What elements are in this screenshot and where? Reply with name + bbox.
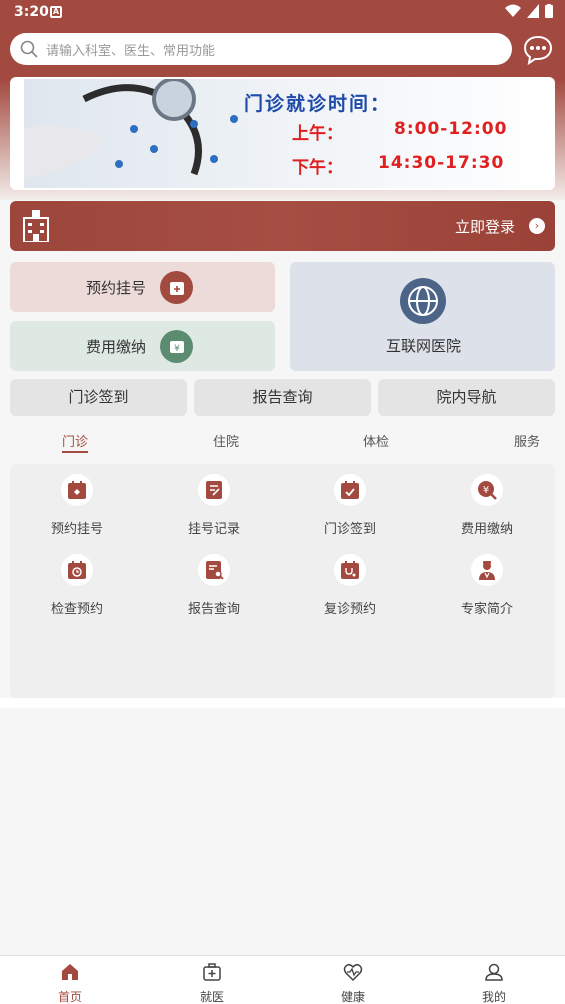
bottom-navigation: 首页 就医 健康 我的 xyxy=(0,955,565,1004)
payment-card-label: 费用缴纳 xyxy=(86,338,147,356)
internet-hospital-label: 互联网医院 xyxy=(386,337,462,355)
nav-profile[interactable]: 我的 xyxy=(464,962,524,1004)
calendar-stethoscope-icon xyxy=(341,561,359,579)
login-link[interactable]: 立即登录 xyxy=(455,216,515,237)
tab-inpatient[interactable]: 住院 xyxy=(213,431,239,450)
wifi-icon xyxy=(505,4,521,17)
grid-item-label: 预约挂号 xyxy=(50,522,103,537)
heart-pulse-icon xyxy=(343,963,363,982)
doctor-icon xyxy=(479,561,495,580)
calendar-icon xyxy=(68,481,86,499)
banner-morning-label: 上午： xyxy=(292,124,343,144)
search-placeholder: 请输入科室、医生、常用功能 xyxy=(46,43,216,59)
grid-item-report-query[interactable]: 报告查询 xyxy=(164,554,264,617)
active-tab-indicator xyxy=(62,451,88,453)
nav-health-label: 健康 xyxy=(340,990,365,1004)
signal-icon xyxy=(527,4,539,18)
navigation-button[interactable]: 院内导航 xyxy=(378,379,555,416)
calendar-plus-icon xyxy=(160,271,193,304)
hospital-building-icon xyxy=(23,210,49,242)
chevron-right-icon: › xyxy=(529,218,545,234)
tab-service[interactable]: 服务 xyxy=(514,431,540,450)
status-time: 3:20 xyxy=(14,4,49,20)
report-search-icon xyxy=(206,561,224,580)
nav-profile-label: 我的 xyxy=(481,990,506,1004)
globe-icon xyxy=(400,278,446,324)
tab-outpatient[interactable]: 门诊 xyxy=(62,431,88,450)
grid-item-experts[interactable]: 专家简介 xyxy=(437,554,537,617)
battery-icon xyxy=(545,4,553,18)
yen-search-icon: ¥ xyxy=(478,481,497,500)
svg-text:¥: ¥ xyxy=(174,344,180,354)
svg-text:¥: ¥ xyxy=(483,485,489,496)
notification-icon: A xyxy=(50,6,62,18)
tab-checkup[interactable]: 体检 xyxy=(363,431,389,450)
hours-banner[interactable]: 门诊就诊时间： 上午： 8:00-12:00 下午： 14:30-17:30 xyxy=(10,77,555,190)
stethoscope-icon xyxy=(24,79,238,179)
status-bar: 3:20 A xyxy=(0,0,565,26)
grid-item-follow-up[interactable]: 复诊预约 xyxy=(300,554,400,617)
banner-afternoon-label: 下午： xyxy=(292,158,343,178)
login-banner[interactable]: 立即登录 › xyxy=(10,201,555,251)
user-icon xyxy=(485,963,503,981)
nav-health[interactable]: 健康 xyxy=(323,962,383,1004)
calendar-check-icon xyxy=(341,481,359,499)
grid-item-label: 门诊签到 xyxy=(323,522,376,537)
grid-item-label: 专家简介 xyxy=(460,602,513,617)
grid-item-payment[interactable]: ¥ 费用缴纳 xyxy=(437,474,537,537)
grid-item-label: 复诊预约 xyxy=(323,602,376,617)
grid-item-label: 报告查询 xyxy=(187,602,240,617)
nav-medical-label: 就医 xyxy=(199,990,224,1004)
report-query-button[interactable]: 报告查询 xyxy=(194,379,371,416)
internet-hospital-card[interactable]: 互联网医院 xyxy=(290,262,555,371)
grid-item-checkin[interactable]: 门诊签到 xyxy=(300,474,400,537)
empty-content-area xyxy=(0,708,565,955)
booking-card[interactable]: 预约挂号 xyxy=(10,262,275,312)
home-icon xyxy=(62,964,78,980)
nav-home[interactable]: 首页 xyxy=(40,962,100,1004)
banner-title: 门诊就诊时间： xyxy=(244,93,392,115)
grid-item-booking[interactable]: 预约挂号 xyxy=(27,474,127,537)
banner-morning-time: 8:00-12:00 xyxy=(394,119,508,139)
grid-item-exam-booking[interactable]: 检查预约 xyxy=(27,554,127,617)
grid-item-label: 费用缴纳 xyxy=(460,522,513,537)
wallet-yen-icon: ¥ xyxy=(160,330,193,363)
nav-medical[interactable]: 就医 xyxy=(182,962,242,1004)
record-edit-icon xyxy=(206,481,222,499)
message-icon[interactable] xyxy=(522,34,554,66)
service-grid: 预约挂号 挂号记录 门诊签到 ¥ 费用缴纳 检查预约 报告查询 复诊预约 专家简… xyxy=(10,464,555,698)
calendar-clock-icon xyxy=(68,561,86,579)
payment-card[interactable]: 费用缴纳 ¥ xyxy=(10,321,275,371)
grid-item-label: 检查预约 xyxy=(50,602,103,617)
booking-card-label: 预约挂号 xyxy=(86,279,147,297)
nav-home-label: 首页 xyxy=(57,990,82,1004)
checkin-button[interactable]: 门诊签到 xyxy=(10,379,187,416)
grid-item-label: 挂号记录 xyxy=(187,522,240,537)
banner-afternoon-time: 14:30-17:30 xyxy=(378,153,505,173)
grid-item-booking-records[interactable]: 挂号记录 xyxy=(164,474,264,537)
medical-kit-icon xyxy=(203,963,221,981)
search-icon xyxy=(20,40,38,58)
search-bar[interactable]: 请输入科室、医生、常用功能 xyxy=(10,33,512,65)
section-spacer xyxy=(0,698,565,708)
